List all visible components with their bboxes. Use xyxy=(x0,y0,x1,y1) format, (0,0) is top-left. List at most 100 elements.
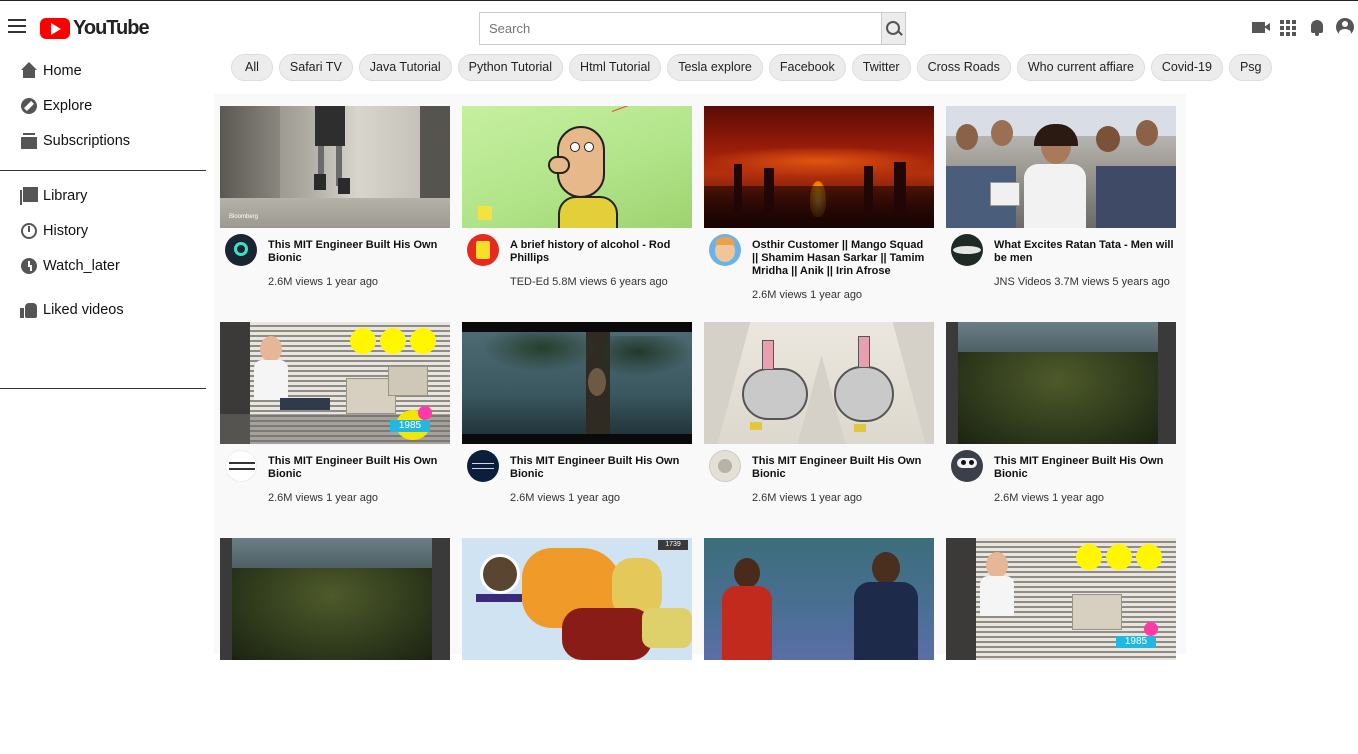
video-thumbnail[interactable] xyxy=(704,538,934,660)
search-input[interactable] xyxy=(480,13,881,44)
chip-covid-19[interactable]: Covid-19 xyxy=(1150,54,1223,81)
top-bar: YouTube xyxy=(0,0,1358,54)
chips-bar: All Safari TV Java Tutorial Python Tutor… xyxy=(214,54,1273,94)
video-thumbnail[interactable] xyxy=(946,106,1176,228)
video-thumbnail[interactable]: 1985 xyxy=(946,538,1176,660)
chip-safari-tv[interactable]: Safari TV xyxy=(278,54,353,81)
notifications-bell-icon[interactable] xyxy=(1308,18,1326,36)
sidebar-item-home[interactable]: Home xyxy=(0,53,206,88)
video-card[interactable]: Osthir Customer || Mango Squad || Shamim… xyxy=(704,106,934,322)
sidebar-item-label: Watch_later xyxy=(43,257,120,274)
search-box xyxy=(479,12,906,45)
sidebar-item-subscriptions[interactable]: Subscriptions xyxy=(0,123,206,158)
video-thumbnail[interactable] xyxy=(462,322,692,444)
chip-psg[interactable]: Psg xyxy=(1228,54,1273,81)
video-card[interactable]: This MIT Engineer Built His Own Bionic 2… xyxy=(946,322,1176,538)
chip-html-tutorial[interactable]: Html Tutorial xyxy=(569,54,662,81)
hamburger-menu-icon[interactable] xyxy=(8,19,26,33)
search-icon[interactable] xyxy=(881,13,905,44)
sidebar-item-history[interactable]: History xyxy=(0,213,206,248)
video-stats: 2.6M views 1 year ago xyxy=(268,492,379,504)
home-icon xyxy=(20,61,38,80)
year-badge: 1985 xyxy=(1116,636,1156,648)
video-stats: 2.6M views 1 year ago xyxy=(510,492,621,504)
video-title[interactable]: A brief history of alcohol - Rod Phillip… xyxy=(510,239,690,265)
video-stats: JNS Videos 3.7M views 5 years ago xyxy=(994,276,1170,288)
explore-icon xyxy=(20,97,38,115)
chip-all[interactable]: All xyxy=(231,54,273,81)
sidebar-item-liked-videos[interactable]: Liked videos xyxy=(0,292,206,327)
sidebar-item-label: Explore xyxy=(43,97,93,114)
channel-avatar[interactable] xyxy=(951,450,983,482)
video-title[interactable]: This MIT Engineer Built His Own Bionic xyxy=(994,455,1174,481)
map-year-badge: 1739 xyxy=(658,540,688,550)
sidebar-item-label: Home xyxy=(43,62,82,79)
chip-twitter[interactable]: Twitter xyxy=(851,54,911,81)
youtube-play-icon xyxy=(40,18,70,39)
video-title[interactable]: This MIT Engineer Built His Own Bionic xyxy=(268,239,448,265)
video-stats: 2.6M views 1 year ago xyxy=(752,492,863,504)
channel-avatar[interactable] xyxy=(709,234,741,266)
sidebar-item-watch-later[interactable]: Watch_later xyxy=(0,248,206,283)
video-stats: 2.6M views 1 year ago xyxy=(752,289,863,301)
sidebar-item-label: Liked videos xyxy=(43,301,124,318)
youtube-logo[interactable]: YouTube xyxy=(40,17,150,40)
sidebar-divider xyxy=(0,388,206,389)
video-thumbnail[interactable] xyxy=(220,538,450,660)
apps-grid-icon[interactable] xyxy=(1280,18,1298,36)
video-grid: Bloomberg This MIT Engineer Built His Ow… xyxy=(220,106,1176,754)
watch-later-icon xyxy=(20,257,38,275)
video-card[interactable]: 1985 xyxy=(946,538,1176,754)
channel-avatar[interactable] xyxy=(709,450,741,482)
channel-avatar[interactable] xyxy=(225,450,257,482)
bloomberg-watermark: Bloomberg xyxy=(229,214,259,220)
video-thumbnail[interactable]: 1985 xyxy=(220,322,450,444)
channel-avatar[interactable] xyxy=(467,450,499,482)
video-thumbnail[interactable]: Bloomberg xyxy=(220,106,450,228)
chip-java-tutorial[interactable]: Java Tutorial xyxy=(358,54,452,81)
history-icon xyxy=(20,222,38,240)
sidebar-item-explore[interactable]: Explore xyxy=(0,88,206,123)
year-badge: 1985 xyxy=(390,420,430,432)
sidebar-divider xyxy=(0,170,206,171)
library-icon xyxy=(20,186,38,205)
video-thumbnail[interactable] xyxy=(704,322,934,444)
channel-avatar[interactable] xyxy=(225,234,257,266)
chip-facebook[interactable]: Facebook xyxy=(768,54,846,81)
account-avatar-icon[interactable] xyxy=(1336,18,1354,36)
video-stats: 2.6M views 1 year ago xyxy=(994,492,1105,504)
video-thumbnail[interactable]: 1739 xyxy=(462,538,692,660)
video-title[interactable]: What Excites Ratan Tata - Men will be me… xyxy=(994,239,1174,265)
chip-python-tutorial[interactable]: Python Tutorial xyxy=(457,54,564,81)
video-card[interactable] xyxy=(704,538,934,754)
video-title[interactable]: This MIT Engineer Built His Own Bionic xyxy=(268,455,448,481)
video-stats: 2.6M views 1 year ago xyxy=(268,276,379,288)
sidebar-item-label: Library xyxy=(43,187,88,204)
video-card[interactable]: A brief history of alcohol - Rod Phillip… xyxy=(462,106,692,322)
header-actions xyxy=(1252,18,1354,36)
video-thumbnail[interactable] xyxy=(462,106,692,228)
subscriptions-icon xyxy=(20,132,38,150)
video-card[interactable] xyxy=(220,538,450,754)
sidebar-item-library[interactable]: Library xyxy=(0,178,206,213)
video-thumbnail[interactable] xyxy=(946,322,1176,444)
video-card[interactable]: Bloomberg This MIT Engineer Built His Ow… xyxy=(220,106,450,322)
video-card[interactable]: 1739 xyxy=(462,538,692,754)
sidebar: Home Explore Subscriptions Library Histo… xyxy=(0,54,206,389)
logo-text: YouTube xyxy=(73,17,150,39)
video-thumbnail[interactable] xyxy=(704,106,934,228)
video-title[interactable]: This MIT Engineer Built His Own Bionic xyxy=(752,455,932,481)
channel-avatar[interactable] xyxy=(951,234,983,266)
video-title[interactable]: Osthir Customer || Mango Squad || Shamim… xyxy=(752,239,932,278)
liked-videos-icon xyxy=(20,301,38,319)
video-card[interactable]: This MIT Engineer Built His Own Bionic 2… xyxy=(462,322,692,538)
channel-avatar[interactable] xyxy=(467,234,499,266)
video-title[interactable]: This MIT Engineer Built His Own Bionic xyxy=(510,455,690,481)
create-video-icon[interactable] xyxy=(1252,18,1270,36)
chip-cross-roads[interactable]: Cross Roads xyxy=(916,54,1011,81)
chip-tesla-explore[interactable]: Tesla explore xyxy=(667,54,763,81)
video-card[interactable]: What Excites Ratan Tata - Men will be me… xyxy=(946,106,1176,322)
chip-who-current-affiare[interactable]: Who current affiare xyxy=(1016,54,1145,81)
video-card[interactable]: This MIT Engineer Built His Own Bionic 2… xyxy=(704,322,934,538)
video-card[interactable]: 1985 This MIT Engineer Built His Own Bio… xyxy=(220,322,450,538)
